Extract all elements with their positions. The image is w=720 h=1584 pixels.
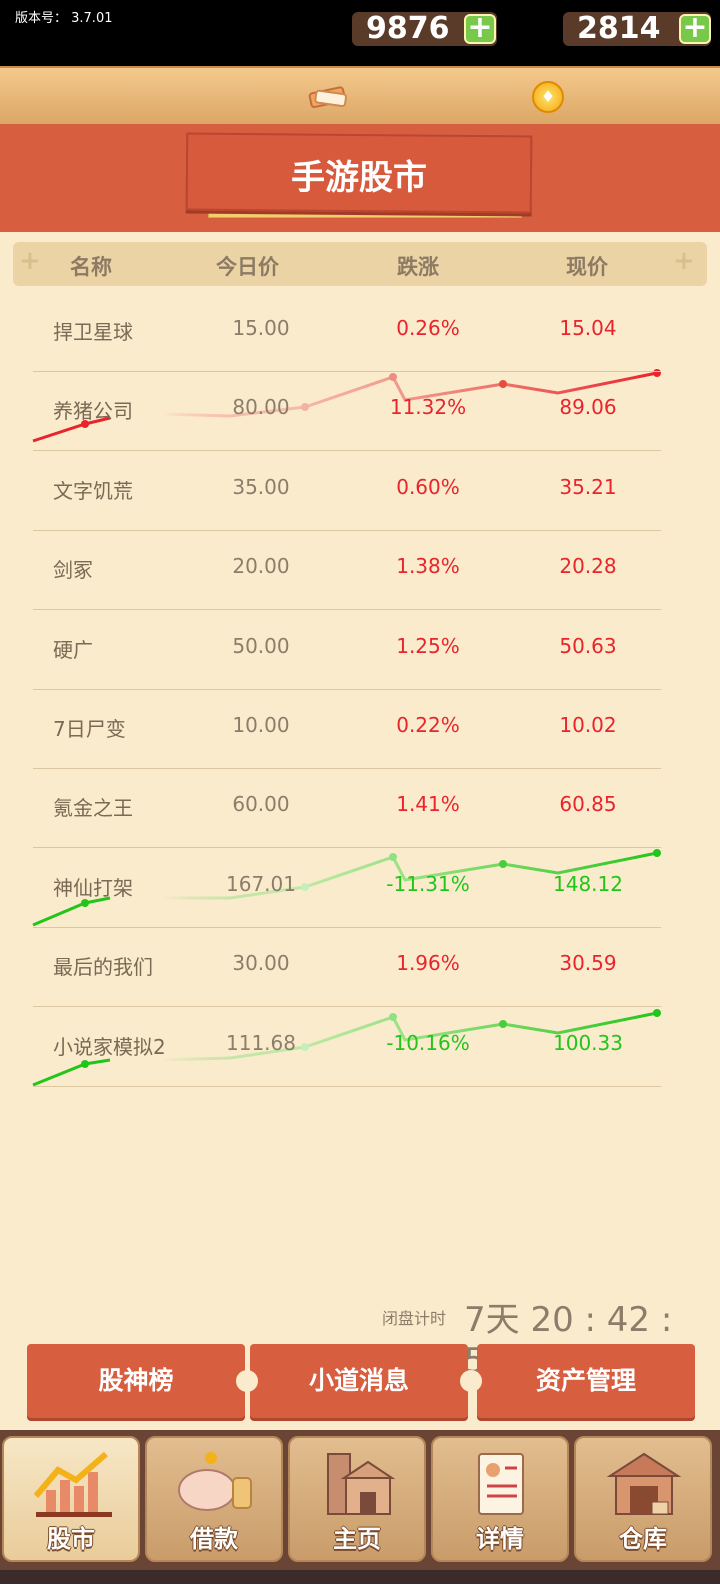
stock-current-price: 15.04 — [559, 316, 617, 340]
stock-current-price: 148.12 — [553, 871, 623, 896]
stock-current-price: 50.63 — [559, 633, 617, 658]
stock-change: 1.41% — [396, 792, 460, 817]
stock-row[interactable]: 最后的我们 30.00 1.96% 30.59 — [33, 927, 661, 1008]
stock-current-price: 60.85 — [559, 792, 617, 817]
resource-bar — [0, 66, 720, 124]
coin-counter: 2814 + — [563, 12, 711, 46]
stock-row[interactable]: 氪金之王 60.00 1.41% 60.85 — [33, 768, 661, 849]
stock-name: 文字饥荒 — [53, 478, 133, 503]
stock-change: 1.96% — [396, 951, 460, 976]
home-building-icon — [327, 1453, 396, 1515]
stock-change: 11.32% — [389, 395, 467, 420]
stock-current-price: 100.33 — [553, 1030, 623, 1055]
add-coin-button[interactable]: + — [679, 13, 711, 44]
stock-today-price: 167.01 — [226, 871, 296, 896]
stock-name: 硬广 — [53, 637, 93, 662]
piggy-bank-icon — [178, 1452, 252, 1511]
stock-change: 1.25% — [396, 633, 460, 658]
nav-tab-warehouse[interactable]: 仓库 — [574, 1436, 712, 1562]
nav-label: 仓库 — [619, 1525, 667, 1553]
stock-today-price: 30.00 — [232, 951, 290, 976]
assets-button[interactable]: 资产管理 — [477, 1344, 695, 1418]
stock-name: 氪金之王 — [53, 796, 133, 821]
stock-current-price: 89.06 — [559, 395, 617, 420]
stock-name: 最后的我们 — [53, 955, 153, 980]
stock-change: -10.16% — [386, 1030, 470, 1055]
cash-icon — [308, 86, 347, 108]
stock-change: 0.60% — [396, 474, 460, 499]
stock-current-price: 10.02 — [559, 713, 617, 737]
stock-name: 捍卫星球 — [53, 320, 133, 344]
stock-today-price: 20.00 — [232, 554, 290, 579]
button-divider — [236, 1370, 258, 1392]
stock-row[interactable]: 神仙打架 167.01 -11.31% 148.12 — [33, 848, 661, 928]
stock-name: 小说家模拟2 — [53, 1034, 166, 1059]
nav-label: 主页 — [333, 1525, 381, 1553]
nav-tab-details[interactable]: 详情 — [431, 1436, 569, 1562]
system-nav-bar — [0, 1570, 720, 1584]
coin-value: 2814 — [577, 11, 661, 46]
ranking-button[interactable]: 股神榜 — [27, 1344, 245, 1418]
stock-name: 养猪公司 — [53, 399, 133, 424]
warehouse-icon — [606, 1452, 682, 1515]
stock-row[interactable]: 养猪公司 80.00 11.32% 89.06 — [33, 371, 661, 452]
column-today-price: 今日价 — [216, 255, 279, 279]
stock-today-price: 10.00 — [232, 713, 290, 737]
stock-row[interactable]: 硬广 50.00 1.25% 50.63 — [33, 610, 661, 690]
coin-icon: ♦ — [532, 81, 564, 113]
stock-name: 剑冢 — [53, 558, 93, 583]
stock-current-price: 30.59 — [559, 951, 617, 976]
stock-change: 1.38% — [396, 554, 460, 579]
stock-today-price: 60.00 — [232, 792, 290, 817]
stock-current-price: 35.21 — [559, 474, 617, 499]
column-change: 跌涨 — [397, 255, 439, 279]
stock-name: 7日尸变 — [53, 717, 126, 741]
table-header: + 名称 今日价 跌涨 现价 + — [13, 242, 707, 286]
stock-row[interactable]: 7日尸变 10.00 0.22% 10.02 — [33, 689, 661, 769]
stock-chart-icon — [33, 1451, 112, 1517]
page-title: 手游股市 — [291, 158, 427, 198]
countdown-label: 闭盘计时 — [382, 1309, 447, 1328]
nav-tab-home[interactable]: 主页 — [288, 1436, 426, 1562]
stock-today-price: 80.00 — [232, 395, 290, 420]
stock-change: 0.26% — [396, 316, 460, 340]
stock-today-price: 111.68 — [226, 1030, 296, 1055]
sparkle-icon: + — [19, 246, 41, 276]
nav-tab-loan[interactable]: 借款 — [145, 1436, 283, 1562]
stock-today-price: 50.00 — [232, 633, 290, 658]
add-cash-button[interactable]: + — [464, 13, 496, 44]
news-button[interactable]: 小道消息 — [250, 1344, 468, 1418]
nav-label: 股市 — [47, 1525, 95, 1553]
stock-row[interactable]: 捍卫星球 15.00 0.26% 15.04 — [33, 292, 661, 372]
cash-value: 9876 — [366, 11, 450, 46]
version-label: 版本号： 3.7.01 — [15, 11, 113, 26]
stock-today-price: 35.00 — [232, 474, 290, 499]
stock-today-price: 15.00 — [232, 316, 290, 340]
stock-change: -11.31% — [386, 871, 470, 896]
stock-row[interactable]: 小说家模拟2 111.68 -10.16% 100.33 — [33, 1007, 661, 1087]
cash-counter: 9876 + — [352, 12, 497, 46]
button-divider — [460, 1370, 482, 1392]
nav-label: 借款 — [190, 1525, 238, 1553]
column-current-price: 现价 — [566, 255, 608, 279]
sparkle-icon: + — [673, 246, 695, 276]
profile-document-icon — [478, 1453, 524, 1515]
column-name: 名称 — [70, 255, 112, 279]
stock-row[interactable]: 剑冢 20.00 1.38% 20.28 — [33, 530, 661, 611]
stock-change: 0.22% — [396, 713, 460, 737]
stock-row[interactable]: 文字饥荒 35.00 0.60% 35.21 — [33, 451, 661, 531]
nav-tab-stock-market[interactable]: 股市 — [2, 1436, 140, 1562]
nav-label: 详情 — [476, 1525, 524, 1553]
stock-current-price: 20.28 — [559, 554, 617, 579]
stock-name: 神仙打架 — [53, 875, 133, 900]
